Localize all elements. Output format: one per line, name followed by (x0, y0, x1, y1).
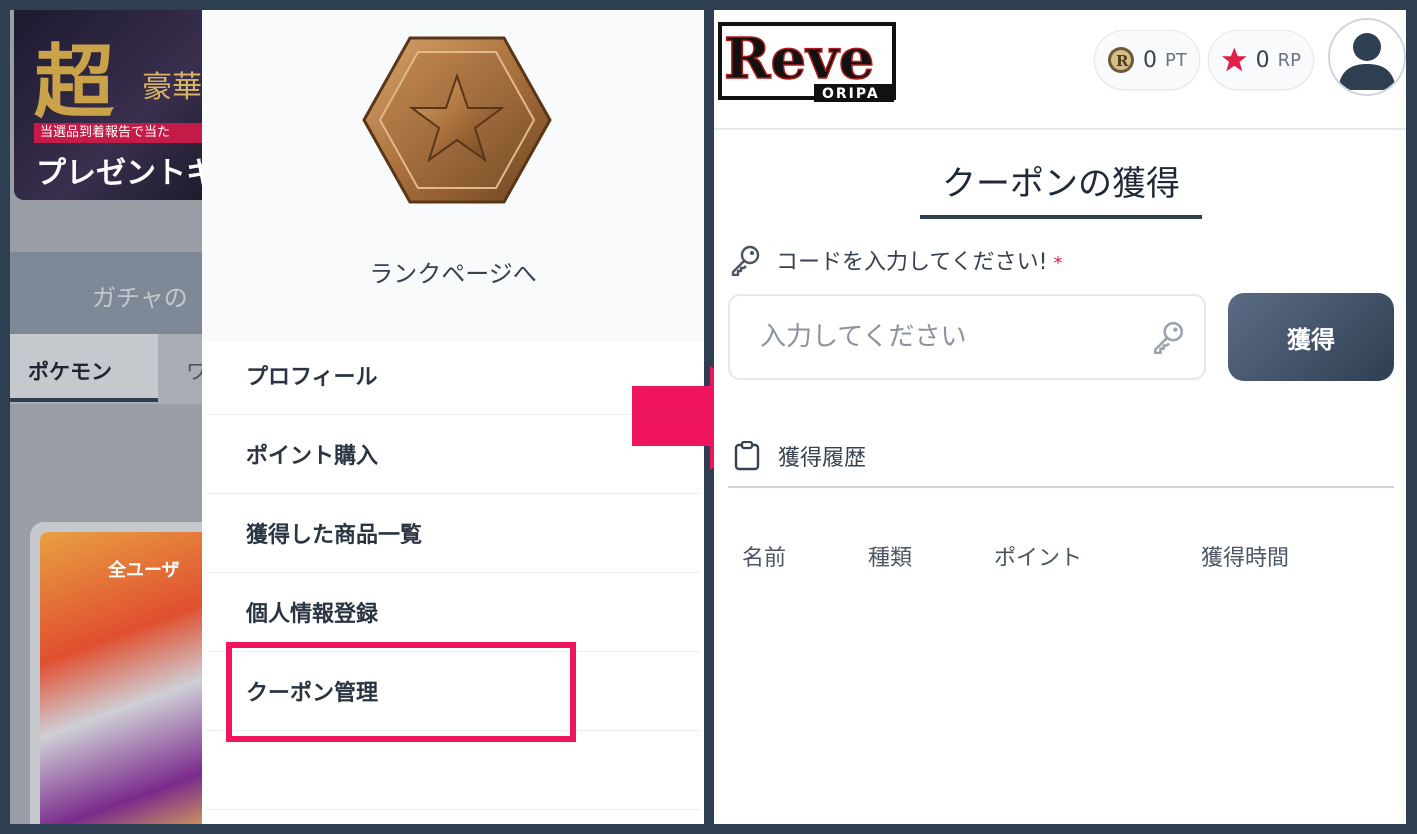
coupon-code-input[interactable] (728, 294, 1206, 380)
star-icon (1221, 47, 1247, 72)
banner-gift-text: プレゼントキ (36, 156, 214, 191)
user-menu: ランクページへ プロフィール ポイント購入 獲得した商品一覧 個人情報登録 クー… (202, 10, 704, 824)
menu-item-label: ポイント購入 (246, 444, 379, 469)
banner-big-text: 超 (34, 35, 114, 129)
left-screenshot-panel: 超 豪華 当選品到着報告で当た プレゼントキ ガチャの ポケモン ワ 全ユーザ (10, 10, 704, 824)
rank-area: ランクページへ (202, 10, 704, 342)
rp-value: 0 (1255, 47, 1270, 73)
category-pokemon-label[interactable]: ポケモン (28, 356, 112, 386)
menu-item-personal-info[interactable]: 個人情報登録 (206, 573, 700, 652)
page-title: クーポンの獲得 (920, 156, 1202, 219)
user-avatar[interactable] (1328, 18, 1406, 96)
right-screenshot-panel: Reve ORIPA R 0 PT 0 RP クーポンの獲得 コードを入力してく… (714, 10, 1406, 824)
user-silhouette-icon (1338, 33, 1396, 90)
acquire-coupon-button[interactable]: 獲得 (1228, 293, 1394, 381)
history-header: 獲得履歴 (734, 440, 866, 472)
banner-small-text: 豪華 (142, 70, 202, 105)
history-label: 獲得履歴 (778, 446, 867, 471)
bronze-rank-badge-icon[interactable] (362, 34, 552, 206)
gacha-card-image[interactable]: 全ユーザ (40, 532, 220, 824)
column-header-point: ポイント (994, 546, 1083, 571)
column-header-type: 種類 (868, 546, 913, 571)
point-balance-pill[interactable]: R 0 PT (1094, 30, 1200, 90)
menu-item-acquired-items[interactable]: 獲得した商品一覧 (206, 494, 700, 573)
menu-item-empty (206, 731, 700, 810)
input-key-icon (1153, 321, 1184, 354)
reve-oripa-logo[interactable]: Reve ORIPA (718, 18, 898, 104)
logo-text: Reve (724, 26, 874, 92)
menu-item-label: 獲得した商品一覧 (246, 523, 423, 548)
promo-banner[interactable]: 超 豪華 当選品到着報告で当た プレゼントキ (14, 10, 214, 200)
column-header-time: 獲得時間 (1201, 546, 1290, 571)
key-icon (731, 245, 760, 276)
column-header-name: 名前 (742, 546, 787, 571)
rank-point-pill[interactable]: 0 RP (1208, 30, 1314, 90)
rank-page-link[interactable]: ランクページへ (202, 254, 704, 289)
history-divider (728, 486, 1394, 488)
banner-strip: 当選品到着報告で当た (34, 123, 214, 143)
coupon-highlight-box (226, 642, 576, 742)
pt-value: 0 (1143, 47, 1157, 73)
gacha-tab-label[interactable]: ガチャの (92, 278, 188, 313)
menu-item-point-purchase[interactable]: ポイント購入 (206, 415, 700, 494)
logo-sub-text: ORIPA (822, 86, 880, 102)
required-mark: * (1053, 253, 1063, 274)
coin-icon: R (1108, 47, 1134, 73)
gacha-card-text: 全ユーザ (108, 560, 180, 581)
menu-item-profile[interactable]: プロフィール (206, 336, 700, 415)
svg-text:R: R (1116, 52, 1129, 70)
rp-unit: RP (1277, 49, 1301, 71)
menu-item-label: プロフィール (246, 365, 378, 390)
clipboard-icon (734, 441, 760, 471)
code-label-row: コードを入力してください! * (730, 244, 1063, 276)
code-field-label: コードを入力してください! * (776, 250, 1063, 275)
pt-unit: PT (1165, 49, 1187, 71)
menu-item-label: 個人情報登録 (246, 602, 379, 627)
app-header: Reve ORIPA R 0 PT 0 RP (714, 10, 1406, 130)
